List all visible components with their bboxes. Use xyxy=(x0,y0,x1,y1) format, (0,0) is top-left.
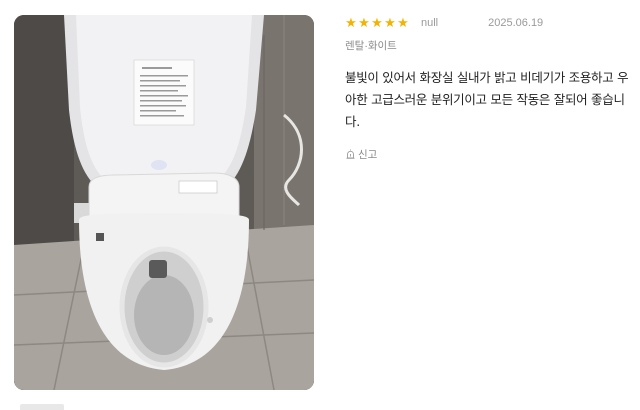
star-icon: ★ xyxy=(345,15,357,30)
purchase-option: 렌탈·화이트 xyxy=(345,40,397,52)
review-text: 불빛이 있어서 화장실 실내가 밝고 비데기가 조용하고 우아한 고급스러운 분… xyxy=(345,70,629,129)
star-icon: ★ xyxy=(358,15,370,30)
star-icon: ★ xyxy=(397,15,409,30)
star-icon: ★ xyxy=(371,15,383,30)
bottom-edge-tab[interactable] xyxy=(20,404,64,410)
review-card: ★ ★ ★ ★ ★ null 2025.06.19 렌탈·화이트 불빛이 있어서… xyxy=(345,15,630,162)
reviewer-name: null xyxy=(421,17,439,29)
report-button[interactable]: 신고 xyxy=(345,147,377,162)
siren-icon xyxy=(346,149,355,159)
review-meta: ★ ★ ★ ★ ★ null 2025.06.19 xyxy=(345,15,630,31)
review-photo[interactable] xyxy=(14,15,314,390)
star-icon: ★ xyxy=(384,15,396,30)
report-label: 신고 xyxy=(358,149,378,161)
star-rating: ★ ★ ★ ★ ★ xyxy=(345,15,409,31)
review-date: 2025.06.19 xyxy=(488,17,544,29)
toilet-bidet-photo xyxy=(14,15,314,390)
